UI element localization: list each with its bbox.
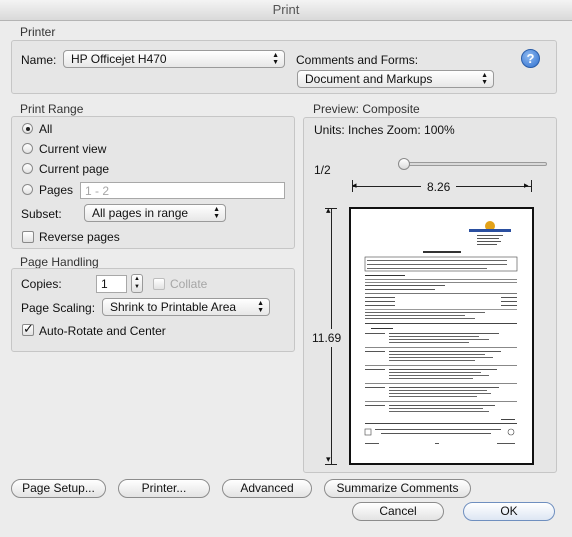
- height-dim-label: 11.69: [312, 329, 342, 347]
- auto-rotate-label: Auto-Rotate and Center: [39, 324, 166, 338]
- window-title: Print: [0, 0, 572, 21]
- page-setup-button[interactable]: Page Setup...: [11, 479, 106, 498]
- radio-current-view[interactable]: [22, 143, 33, 154]
- cancel-button[interactable]: Cancel: [352, 502, 444, 521]
- print-range-section-label: Print Range: [20, 102, 84, 116]
- arrow-right-icon: ▸: [524, 180, 529, 190]
- page-handling-section-label: Page Handling: [20, 255, 99, 269]
- collate-checkbox[interactable]: [153, 278, 165, 290]
- printer-name-value: HP Officejet H470: [71, 52, 167, 66]
- comments-forms-value: Document and Markups: [305, 72, 433, 86]
- reverse-pages-label: Reverse pages: [39, 230, 120, 244]
- printer-name-popup[interactable]: HP Officejet H470 ▲ ▼: [63, 50, 285, 68]
- arrow-up-icon: ▴: [326, 205, 331, 215]
- copies-stepper[interactable]: ▲ ▼: [131, 274, 143, 293]
- arrow-left-icon: ◂: [352, 180, 357, 190]
- subset-value: All pages in range: [92, 206, 189, 220]
- radio-all[interactable]: [22, 123, 33, 134]
- page-slider-thumb[interactable]: [398, 158, 410, 170]
- updown-arrows-icon: ▲ ▼: [272, 52, 279, 66]
- help-icon[interactable]: ?: [521, 49, 540, 68]
- radio-current-view-label: Current view: [39, 142, 107, 156]
- radio-current-page-label: Current page: [39, 162, 110, 176]
- auto-rotate-checkbox[interactable]: ✓: [22, 321, 34, 336]
- subset-popup[interactable]: All pages in range ▲ ▼: [84, 204, 226, 222]
- page-preview-content: [364, 221, 518, 444]
- reverse-pages-checkbox[interactable]: [22, 231, 34, 243]
- arrow-down-icon: ▾: [326, 454, 331, 464]
- height-dim-tick-bottom: [325, 464, 337, 465]
- radio-pages[interactable]: [22, 184, 33, 195]
- page-indicator: 1/2: [314, 163, 331, 177]
- advanced-button[interactable]: Advanced: [222, 479, 312, 498]
- comments-forms-label: Comments and Forms:: [296, 53, 419, 67]
- updown-arrows-icon: ▲ ▼: [481, 72, 488, 86]
- pages-range-input[interactable]: 1 - 2: [80, 182, 285, 199]
- printer-button[interactable]: Printer...: [118, 479, 210, 498]
- radio-current-page[interactable]: [22, 163, 33, 174]
- updown-arrows-icon: ▲ ▼: [213, 206, 220, 220]
- ok-button[interactable]: OK: [463, 502, 555, 521]
- summarize-comments-button[interactable]: Summarize Comments: [324, 479, 471, 498]
- printer-section-label: Printer: [20, 25, 56, 39]
- radio-pages-label: Pages: [39, 183, 74, 197]
- units-zoom-text: Units: Inches Zoom: 100%: [314, 123, 455, 137]
- comments-forms-popup[interactable]: Document and Markups ▲ ▼: [297, 70, 494, 88]
- width-dim-tick-right: [531, 180, 532, 192]
- page-slider-track[interactable]: [400, 162, 547, 166]
- page-preview-thumbnail: [349, 207, 534, 465]
- preview-section-label: Preview: Composite: [313, 102, 420, 116]
- copies-label: Copies:: [21, 277, 62, 291]
- page-scaling-popup[interactable]: Shrink to Printable Area ▲ ▼: [102, 298, 270, 316]
- copies-input[interactable]: 1: [96, 275, 127, 293]
- checkmark-icon: ✓: [23, 321, 34, 336]
- collate-label: Collate: [170, 277, 208, 291]
- subset-label: Subset:: [21, 207, 62, 221]
- printer-name-label: Name:: [21, 53, 57, 67]
- radio-all-label: All: [39, 122, 53, 136]
- updown-arrows-icon: ▲ ▼: [257, 300, 264, 314]
- width-dim-label: 8.26: [421, 180, 457, 194]
- page-scaling-label: Page Scaling:: [21, 301, 96, 315]
- page-scaling-value: Shrink to Printable Area: [110, 300, 237, 314]
